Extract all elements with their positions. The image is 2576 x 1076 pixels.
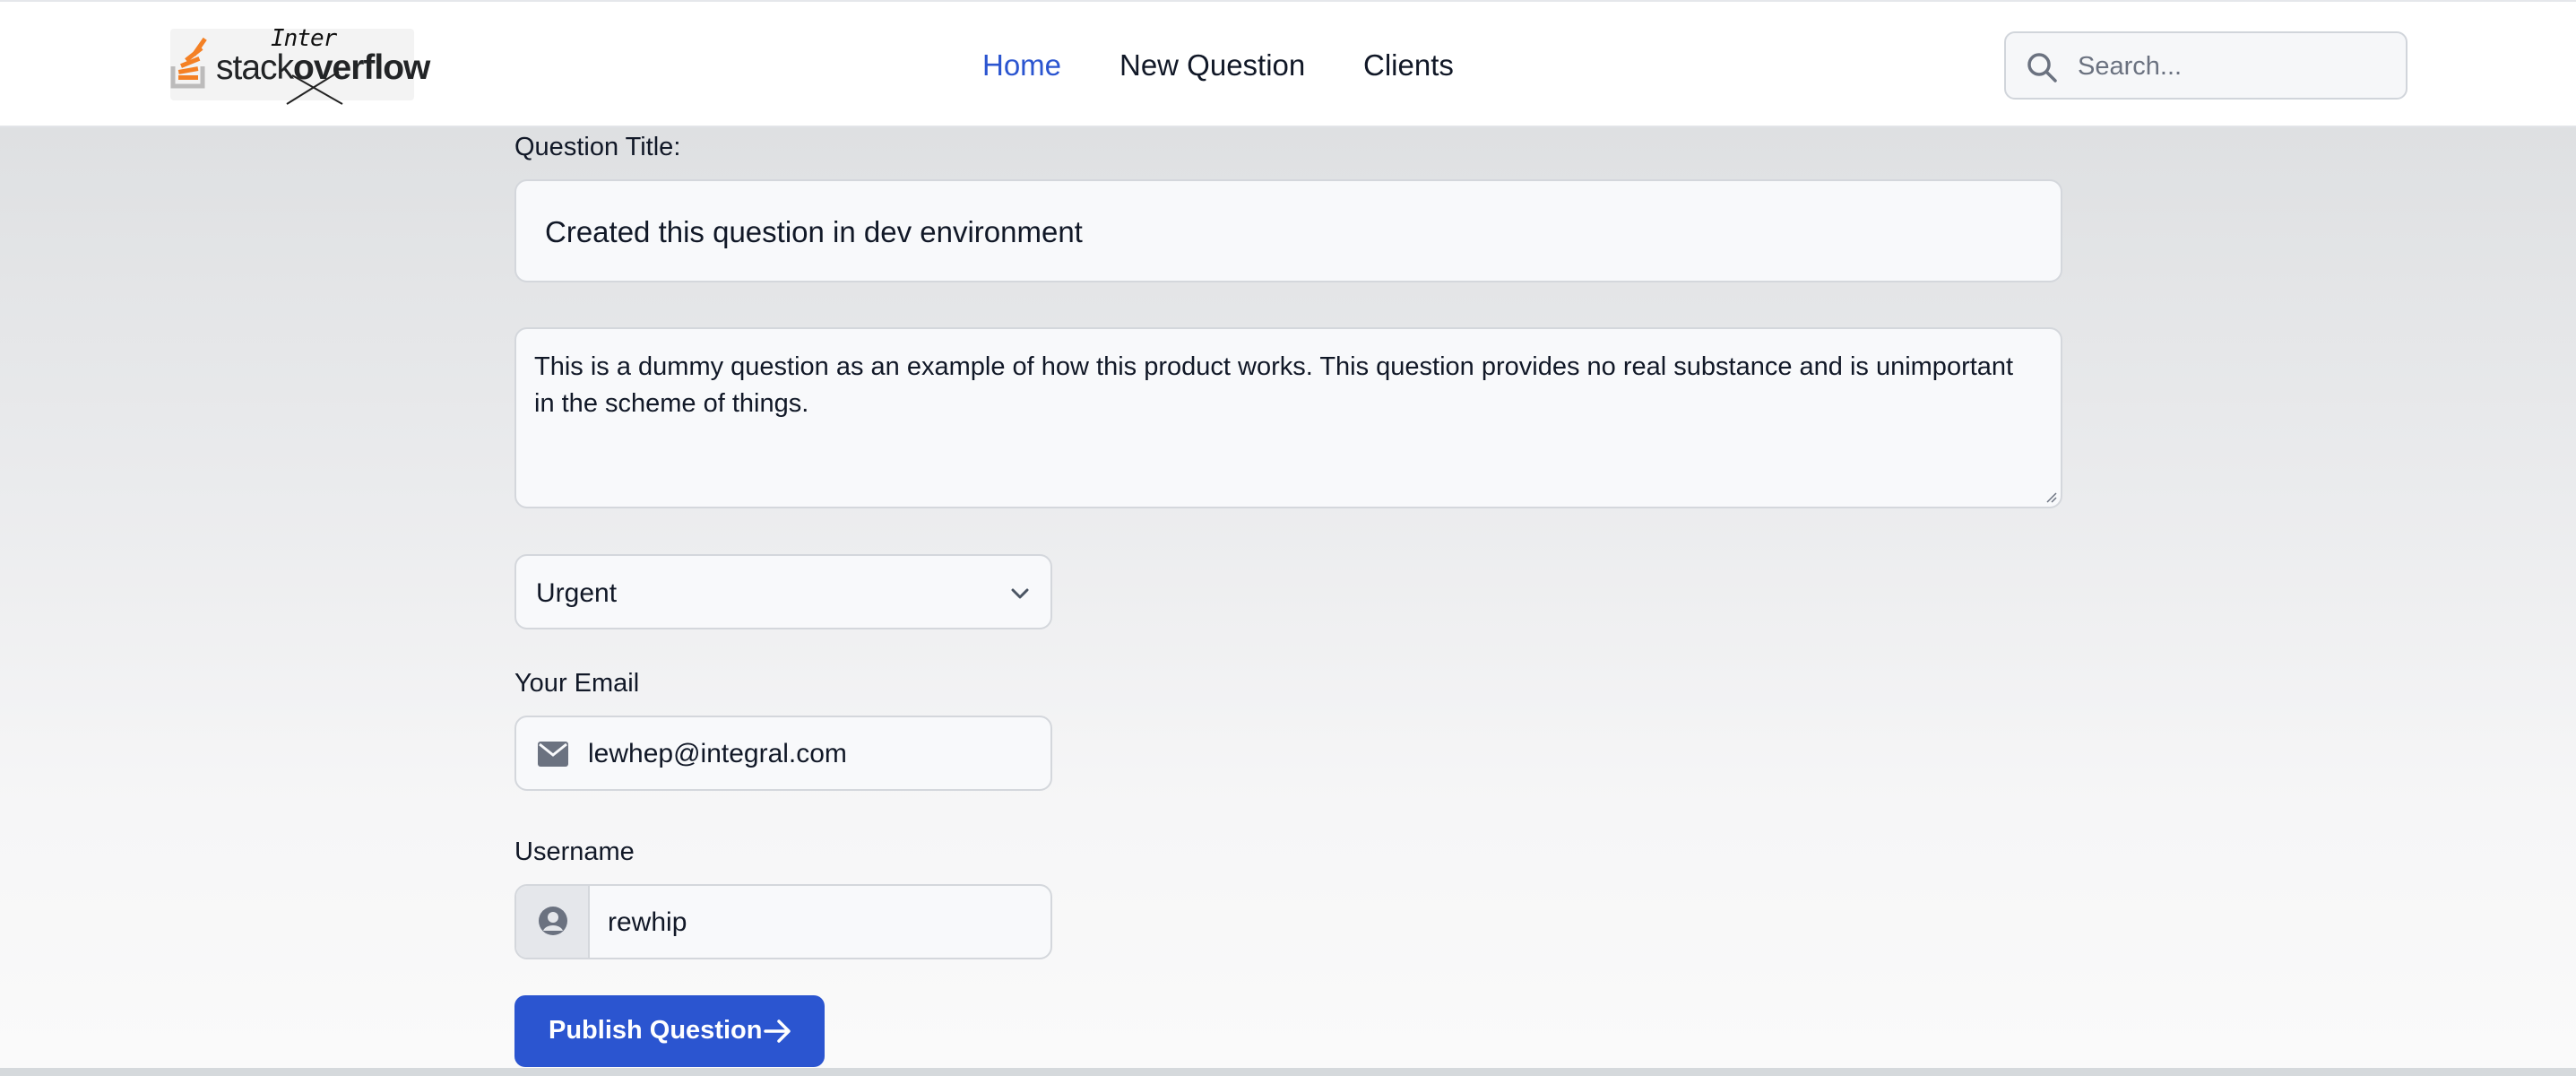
priority-selected-value: Urgent [536, 578, 618, 608]
nav-new-question[interactable]: New Question [1119, 48, 1305, 82]
email-label: Your Email [514, 669, 640, 698]
logo-word-stack: stack [216, 48, 294, 87]
question-title-input[interactable]: Created this question in dev environment [514, 179, 2062, 282]
question-title-label: Question Title: [514, 133, 681, 161]
nav-home[interactable]: Home [982, 48, 1061, 82]
username-label: Username [514, 837, 635, 866]
bottom-divider [0, 1068, 2576, 1076]
arrow-right-icon [764, 1020, 791, 1043]
priority-select[interactable]: Urgent [514, 554, 1052, 629]
logo-handwritten-inter: Inter [271, 25, 337, 52]
search-box[interactable] [2004, 31, 2407, 100]
search-icon [2027, 53, 2057, 82]
publish-question-button[interactable]: Publish Question [514, 995, 825, 1067]
top-navbar: stackoverflow Inter Home New Question Cl… [0, 0, 2576, 127]
username-field[interactable]: rewhip [514, 884, 1052, 959]
question-body-textarea[interactable]: This is a dummy question as an example o… [514, 327, 2062, 508]
username-value: rewhip [608, 907, 687, 937]
username-addon [516, 886, 590, 958]
stack-logo-icon [170, 37, 207, 89]
question-title-value: Created this question in dev environment [545, 215, 1083, 248]
search-input[interactable] [2076, 46, 2393, 87]
publish-question-label: Publish Question [549, 1016, 763, 1045]
strikethrough-scribble [286, 71, 343, 105]
nav-clients[interactable]: Clients [1363, 48, 1454, 82]
mail-icon [538, 742, 568, 767]
chevron-down-icon [1011, 588, 1029, 599]
email-field[interactable]: lewhep@integral.com [514, 716, 1052, 791]
question-body-value: This is a dummy question as an example o… [534, 352, 2014, 418]
stackoverflow-logo[interactable]: stackoverflow Inter [170, 25, 430, 105]
email-value: lewhep@integral.com [588, 739, 847, 768]
user-icon [539, 907, 567, 935]
resize-handle-icon[interactable] [2044, 490, 2057, 503]
